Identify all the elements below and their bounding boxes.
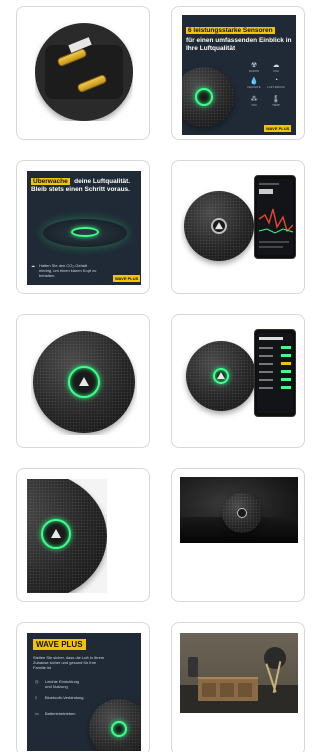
- monitor-card-image: Überwache deine Luftqualität. Bleib stet…: [27, 171, 141, 285]
- monitor-body-text: Halten Sie den CO₂-Gehalt niedrig, um ei…: [39, 263, 97, 278]
- voc-icon: ⁂: [250, 96, 258, 103]
- gallery-thumbnail-3[interactable]: Überwache deine Luftqualität. Bleib stet…: [16, 160, 150, 294]
- sensors-headline-rest: für einen umfassenden Einblick in Ihre L…: [186, 37, 292, 52]
- feature-label: Leichte Einrichtung und Nutzung: [45, 679, 80, 689]
- gallery-thumbnail-1[interactable]: [16, 6, 150, 140]
- gallery-thumbnail-8[interactable]: [171, 468, 305, 602]
- gallery-thumbnail-4[interactable]: [171, 160, 305, 294]
- gallery-thumbnail-6[interactable]: [171, 314, 305, 448]
- temperature-icon: 🌡: [271, 96, 281, 103]
- sensor-label: VOC: [250, 103, 258, 107]
- product-image-gallery: 6 leistungsstarke Sensoren für einen umf…: [0, 0, 305, 752]
- device-front-glow-image: [31, 329, 137, 435]
- clock-icon: ◷: [35, 679, 39, 684]
- family-card-image: WAVE PLUS Stellen Sie sicher, dass die L…: [27, 633, 141, 751]
- monitor-headline-rest-2: Bleib stets einen Schritt voraus.: [31, 186, 130, 193]
- device-on-fabric-image: [180, 477, 298, 543]
- brand-badge: WAVE PLUS: [33, 639, 86, 650]
- sensor-label: CO2: [273, 69, 279, 73]
- sensors-headline-highlight: 6 leistungsstarke Sensoren: [186, 27, 275, 34]
- gallery-thumbnail-5[interactable]: [16, 314, 150, 448]
- monitor-headline-highlight: Überwache: [31, 178, 70, 185]
- device-closeup-image: [27, 479, 107, 593]
- brand-badge: WAVE PLUS: [113, 275, 141, 282]
- gallery-thumbnail-2[interactable]: 6 leistungsstarke Sensoren für einen umf…: [171, 6, 305, 140]
- sensors-card-image: 6 leistungsstarke Sensoren für einen umf…: [182, 15, 296, 135]
- device-with-app-graph-image: [180, 175, 300, 275]
- bluetooth-icon: ᛒ: [35, 695, 38, 700]
- living-room-image: [180, 633, 298, 713]
- radon-icon: ☢: [250, 62, 258, 69]
- monitor-headline-rest-1: deine Luftqualität.: [74, 178, 131, 185]
- sensor-label: RADON: [248, 69, 260, 73]
- gallery-thumbnail-7[interactable]: [16, 468, 150, 602]
- pressure-icon: ◔: [273, 77, 279, 84]
- humidity-icon: 💧: [249, 78, 259, 85]
- co2-icon: ☁: [272, 62, 280, 69]
- sensor-label: LUFT-DRUCK: [267, 85, 285, 89]
- device-with-app-list-image: [180, 327, 300, 431]
- sensor-label: FEUCHTE: [247, 85, 261, 89]
- battery-icon: ▭: [35, 711, 39, 716]
- cloud-icon: ☁: [31, 263, 35, 268]
- gallery-thumbnail-10[interactable]: [171, 622, 305, 752]
- sensor-label: TEMP: [272, 103, 280, 107]
- family-body-text: Stellen Sie sicher, dass die Luft in Ihr…: [33, 655, 105, 670]
- brand-badge: WAVE PLUS: [264, 125, 292, 132]
- gallery-thumbnail-9[interactable]: WAVE PLUS Stellen Sie sicher, dass die L…: [16, 622, 150, 752]
- feature-label: Batteriebetrieben: [45, 711, 76, 716]
- device-underside-image: [35, 23, 133, 121]
- feature-label: Bluetooth-Verbindung: [45, 695, 84, 700]
